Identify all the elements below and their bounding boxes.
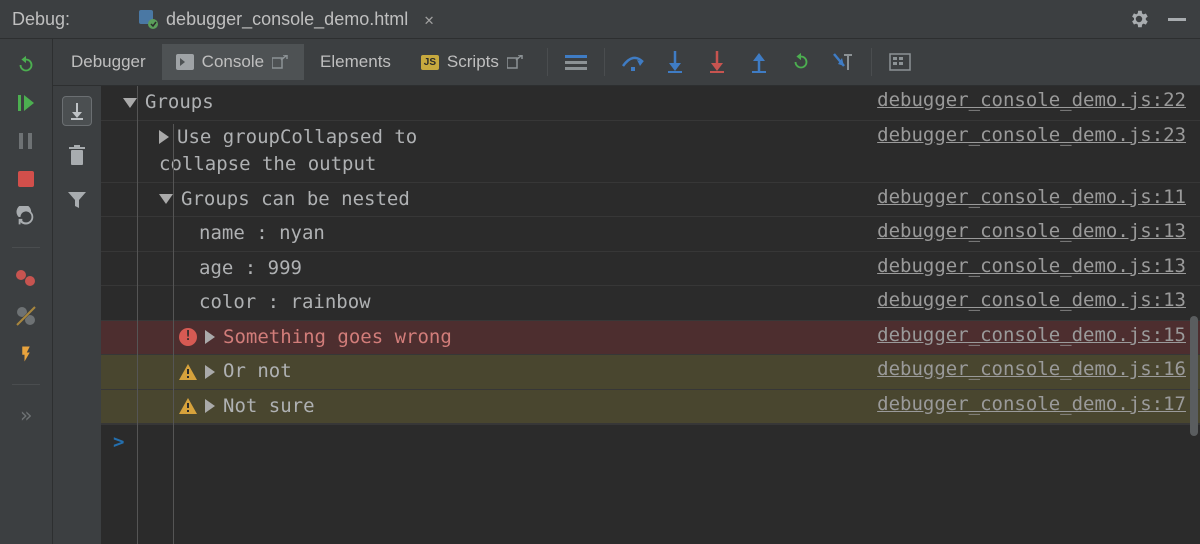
log-warning[interactable]: Or not debugger_console_demo.js:16 — [101, 355, 1200, 390]
drop-frame-icon[interactable] — [829, 48, 857, 76]
log-text: name : nyan — [199, 222, 325, 244]
tab-debugger[interactable]: Debugger — [57, 44, 160, 80]
js-icon: JS — [421, 55, 439, 70]
file-tab-label: debugger_console_demo.html — [166, 9, 408, 30]
source-link[interactable]: debugger_console_demo.js:13 — [869, 286, 1200, 314]
close-tab-icon[interactable]: ✕ — [424, 10, 434, 29]
stop-icon[interactable] — [14, 167, 38, 191]
tab-scripts[interactable]: JS Scripts — [407, 44, 539, 80]
log-group[interactable]: Groups can be nested debugger_console_de… — [101, 183, 1200, 218]
mute-breakpoints-icon[interactable] — [14, 304, 38, 328]
source-link[interactable]: debugger_console_demo.js:17 — [869, 390, 1200, 418]
step-out-icon[interactable] — [745, 48, 773, 76]
clear-icon[interactable] — [63, 142, 91, 170]
console-output[interactable]: Groups debugger_console_demo.js:22 Use g… — [101, 86, 1200, 544]
log-line: name : nyan debugger_console_demo.js:13 — [101, 217, 1200, 252]
prompt-char: > — [113, 431, 124, 453]
log-text: Use groupCollapsed to collapse the outpu… — [159, 126, 417, 176]
scrollbar-thumb[interactable] — [1190, 316, 1198, 436]
indent-guide — [137, 86, 138, 544]
source-link[interactable]: debugger_console_demo.js:16 — [869, 355, 1200, 383]
tab-console-label: Console — [202, 52, 264, 72]
log-text: Or not — [223, 360, 292, 382]
tab-scripts-label: Scripts — [447, 52, 499, 72]
left-gutter: » — [0, 39, 53, 544]
log-text: Groups can be nested — [181, 188, 410, 210]
source-link[interactable]: debugger_console_demo.js:23 — [869, 121, 1200, 149]
tab-elements-label: Elements — [320, 52, 391, 72]
pause-icon[interactable] — [14, 129, 38, 153]
log-group[interactable]: Use groupCollapsed to collapse the outpu… — [101, 121, 1200, 183]
scroll-to-end-icon[interactable] — [62, 96, 92, 126]
new-window-icon — [272, 55, 290, 69]
log-text: Something goes wrong — [223, 326, 452, 348]
tab-console[interactable]: Console — [162, 44, 304, 80]
chevron-right-icon[interactable] — [159, 130, 169, 144]
chevron-right-icon[interactable] — [205, 399, 215, 413]
indent-guide — [173, 124, 174, 544]
log-line: age : 999 debugger_console_demo.js:13 — [101, 252, 1200, 287]
step-into-icon[interactable] — [661, 48, 689, 76]
breakpoints-icon[interactable] — [14, 266, 38, 290]
log-group[interactable]: Groups debugger_console_demo.js:22 — [101, 86, 1200, 121]
warning-icon — [179, 398, 197, 414]
console-icon — [176, 54, 194, 70]
filter-icon[interactable] — [63, 186, 91, 214]
log-warning[interactable]: Not sure debugger_console_demo.js:17 — [101, 390, 1200, 425]
panel-title: Debug: — [12, 9, 70, 30]
console-toolbar — [53, 86, 101, 544]
source-link[interactable]: debugger_console_demo.js:15 — [869, 321, 1200, 349]
minimize-icon[interactable] — [1166, 8, 1188, 30]
resume-icon[interactable] — [14, 91, 38, 115]
refresh-icon[interactable] — [14, 205, 38, 229]
tab-debugger-label: Debugger — [71, 52, 146, 72]
chevron-right-icon[interactable] — [205, 365, 215, 379]
log-error[interactable]: ! Something goes wrong debugger_console_d… — [101, 321, 1200, 356]
titlebar: Debug: debugger_console_demo.html ✕ — [0, 0, 1200, 39]
chevron-right-icon[interactable] — [205, 330, 215, 344]
show-frames-icon[interactable] — [562, 48, 590, 76]
new-window-icon — [507, 55, 525, 69]
settings-gear-icon[interactable] — [1128, 8, 1150, 30]
log-line: color : rainbow debugger_console_demo.js… — [101, 286, 1200, 321]
debug-tabs: Debugger Console Elements JS Scripts — [53, 39, 1200, 86]
step-over-icon[interactable] — [619, 48, 647, 76]
chevron-down-icon[interactable] — [159, 194, 173, 204]
rerun-icon[interactable] — [14, 53, 38, 77]
evaluate-icon[interactable] — [886, 48, 914, 76]
log-text: Groups — [145, 91, 214, 113]
run-to-cursor-icon[interactable] — [787, 48, 815, 76]
log-text: Not sure — [223, 395, 315, 417]
force-step-icon[interactable] — [703, 48, 731, 76]
log-text: color : rainbow — [199, 291, 371, 313]
lightning-icon[interactable] — [14, 342, 38, 366]
source-link[interactable]: debugger_console_demo.js:13 — [869, 252, 1200, 280]
html-file-icon — [138, 9, 158, 29]
log-text: age : 999 — [199, 257, 302, 279]
more-icon[interactable]: » — [20, 403, 32, 427]
warning-icon — [179, 364, 197, 380]
console-prompt[interactable]: > — [101, 424, 1200, 459]
chevron-down-icon[interactable] — [123, 98, 137, 108]
tab-elements[interactable]: Elements — [306, 44, 405, 80]
source-link[interactable]: debugger_console_demo.js:22 — [869, 86, 1200, 114]
source-link[interactable]: debugger_console_demo.js:11 — [869, 183, 1200, 211]
error-icon: ! — [179, 328, 197, 346]
source-link[interactable]: debugger_console_demo.js:13 — [869, 217, 1200, 245]
file-tab[interactable]: debugger_console_demo.html ✕ — [130, 3, 442, 36]
